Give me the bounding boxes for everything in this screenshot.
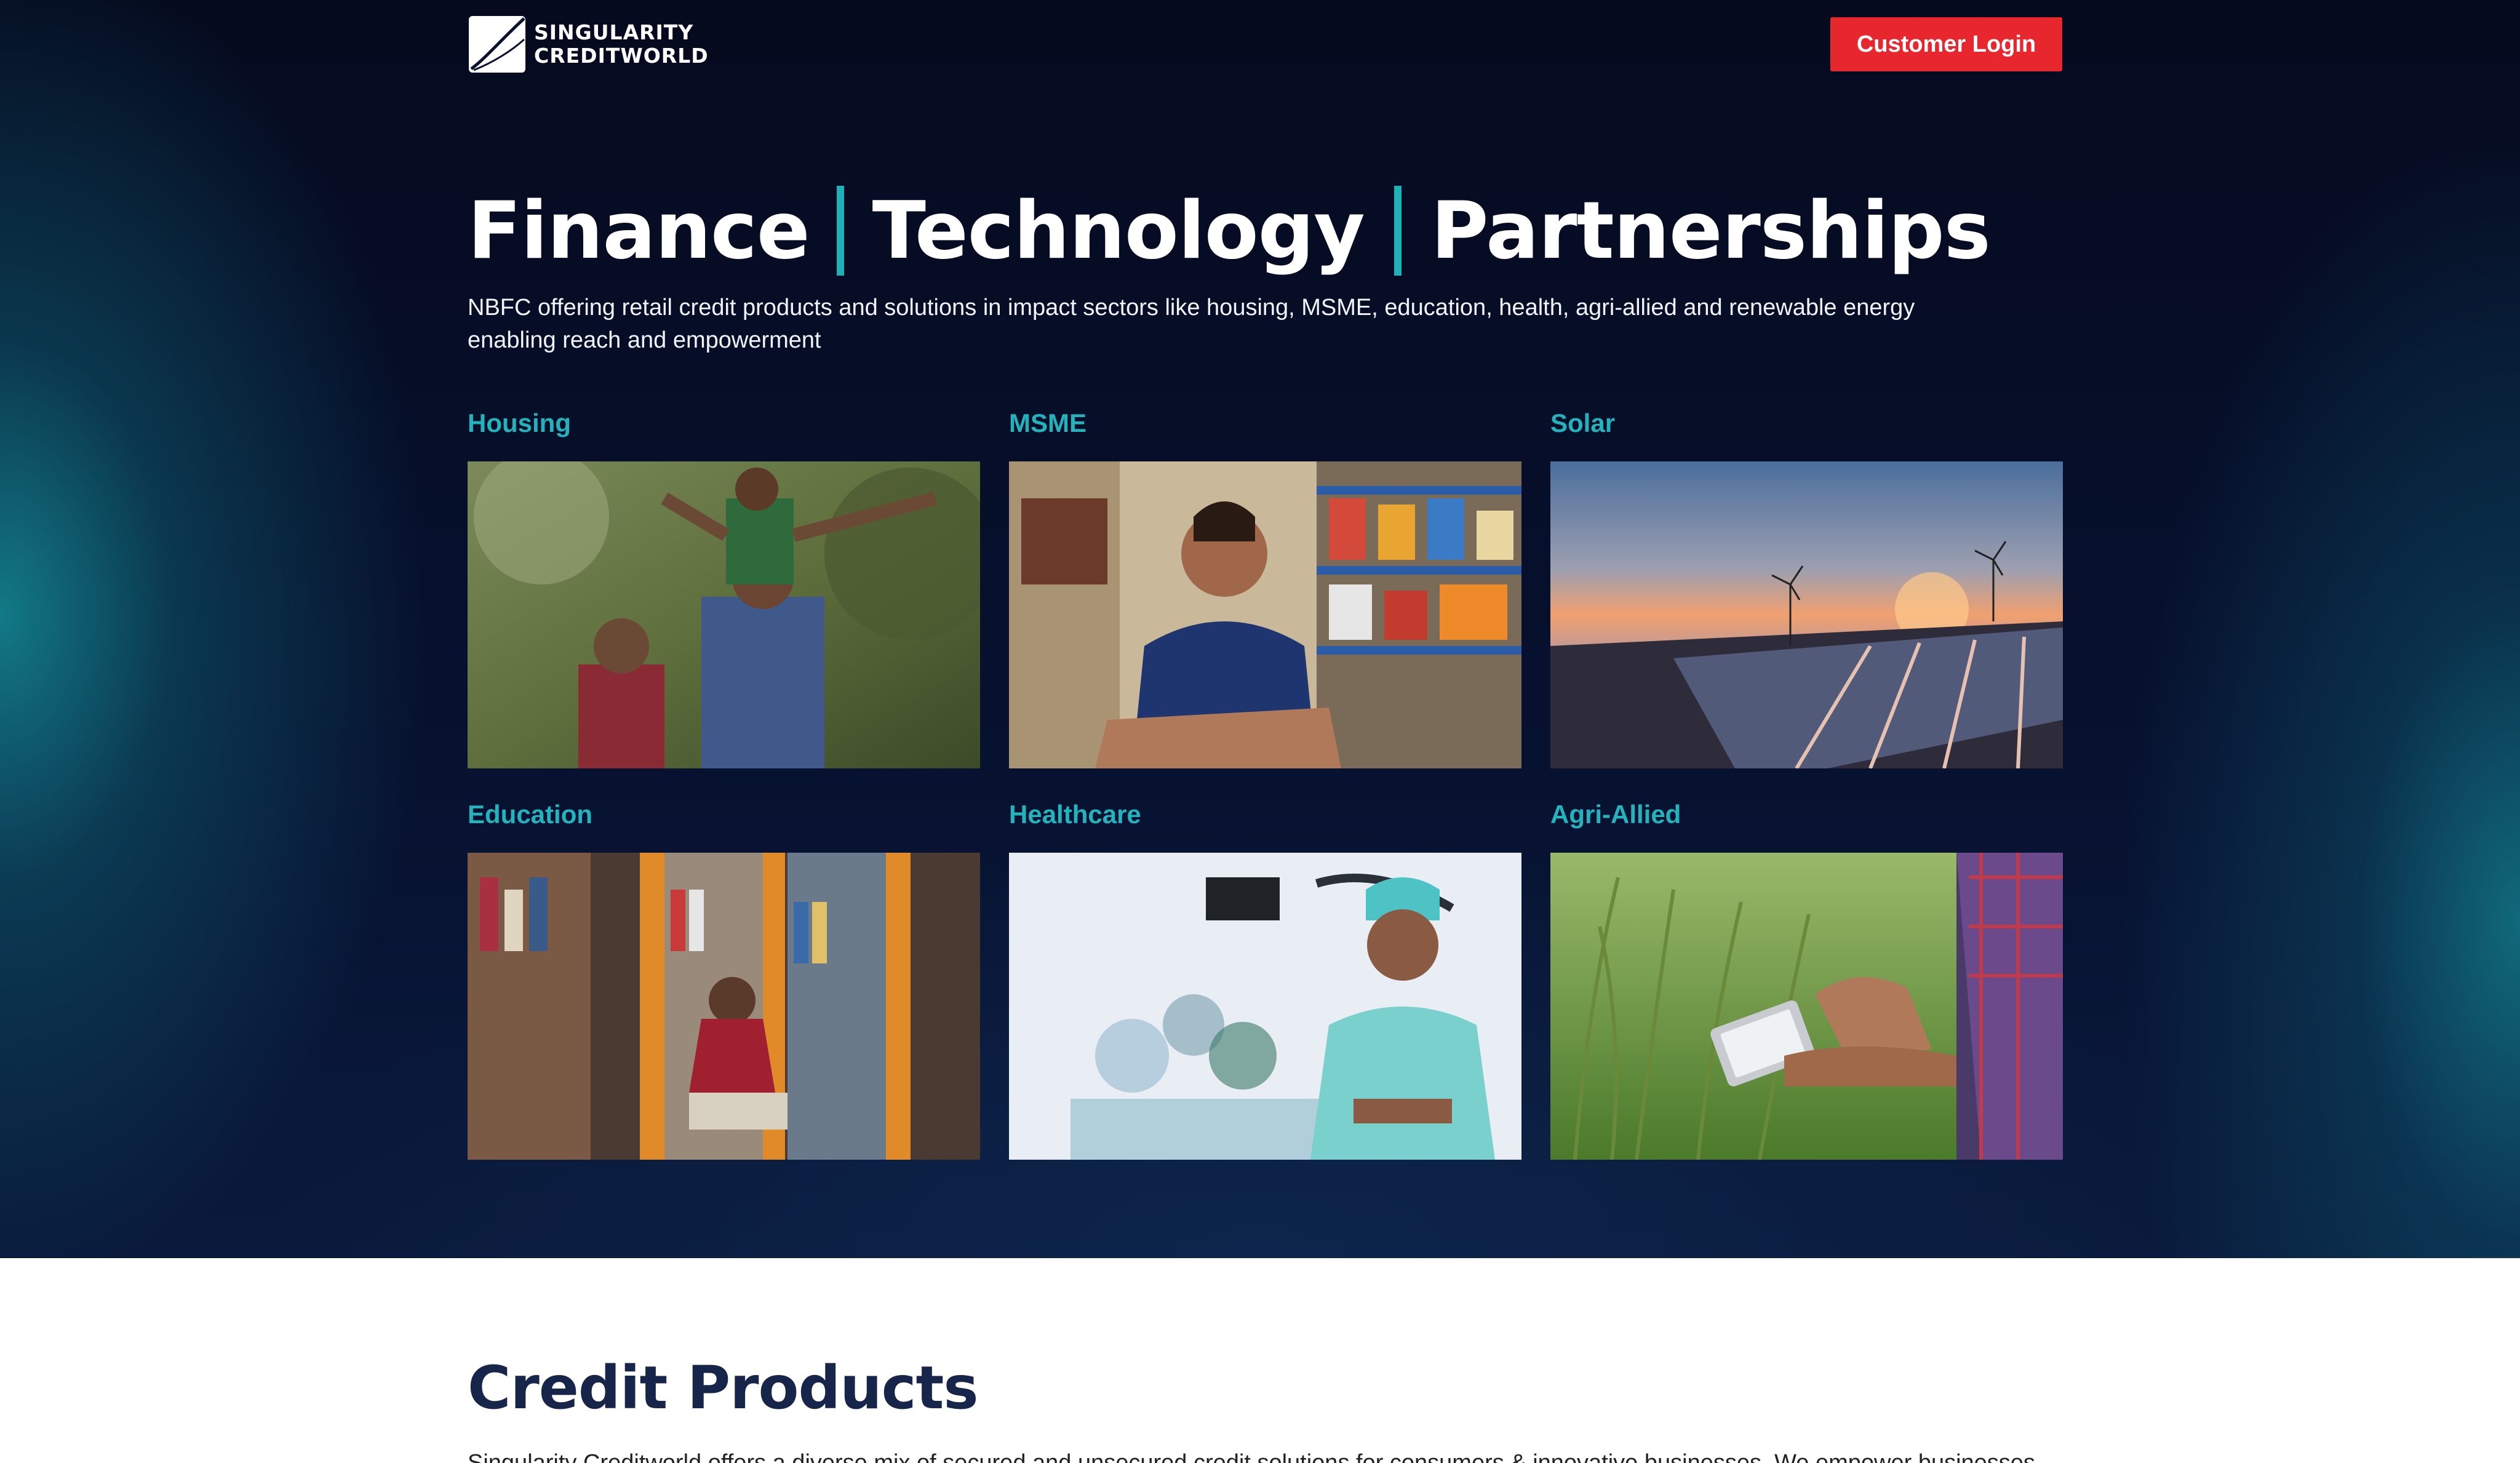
sector-image-housing[interactable]	[468, 461, 980, 768]
logo-line-1: SINGULARITY	[534, 20, 694, 44]
hero-intro-text: NBFC offering retail credit products and…	[468, 295, 1915, 353]
headline-word-partnerships: Partnerships	[1430, 185, 1991, 277]
logo-wordmark: SINGULARITY CREDITWORLD	[534, 21, 709, 68]
site-logo[interactable]: SINGULARITY CREDITWORLD	[468, 15, 709, 74]
sector-label-msme[interactable]: MSME	[1009, 409, 1087, 438]
paddy-field-photo-icon	[1550, 853, 2063, 1160]
logo-line-2: CREDITWORLD	[534, 44, 709, 68]
sector-image-solar[interactable]	[1550, 461, 2063, 768]
headline-word-technology: Technology	[872, 185, 1365, 277]
sector-label-housing[interactable]: Housing	[468, 409, 571, 438]
shopkeeper-photo-icon	[1009, 461, 1521, 768]
sector-label-healthcare[interactable]: Healthcare	[1009, 800, 1141, 829]
sector-image-education[interactable]	[468, 853, 980, 1160]
headline-separator	[1394, 186, 1402, 276]
family-photo-icon	[468, 461, 980, 768]
headline-separator	[836, 186, 844, 276]
logo-mark-icon	[469, 16, 525, 73]
customer-login-button[interactable]: Customer Login	[1830, 17, 2062, 71]
hero-headline: Finance Technology Partnerships	[468, 178, 1991, 283]
credit-products-description: Singularity Creditworld offers a diverse…	[468, 1450, 2035, 1463]
sector-image-agri-allied[interactable]	[1550, 853, 2063, 1160]
sector-image-healthcare[interactable]	[1009, 853, 1521, 1160]
nurse-photo-icon	[1009, 853, 1521, 1160]
solar-farm-photo-icon	[1550, 461, 2063, 768]
sector-label-education[interactable]: Education	[468, 800, 592, 829]
sector-label-solar[interactable]: Solar	[1550, 409, 1615, 438]
sector-image-msme[interactable]	[1009, 461, 1521, 768]
headline-word-finance: Finance	[468, 185, 810, 277]
credit-products-title: Credit Products	[468, 1353, 978, 1422]
credit-products-section	[0, 1258, 2520, 1463]
sector-label-agri-allied[interactable]: Agri-Allied	[1550, 800, 1681, 829]
library-photo-icon	[468, 853, 980, 1160]
